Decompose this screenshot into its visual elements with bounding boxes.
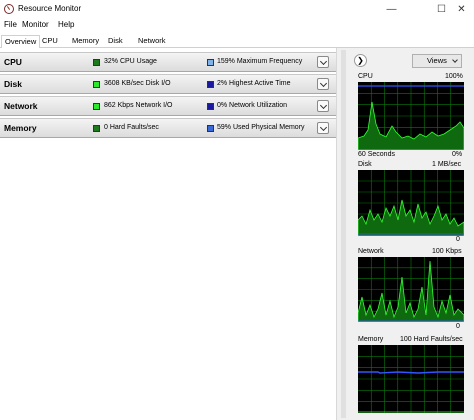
cpu-graph-max: 100%: [445, 73, 463, 80]
tab-network[interactable]: Network: [135, 35, 169, 48]
physical-memory-swatch: [207, 125, 214, 132]
network-graph-svg: [358, 257, 464, 322]
tab-memory[interactable]: Memory: [69, 35, 102, 48]
physical-memory-line: [358, 371, 464, 374]
network-graph-title: Network: [358, 248, 384, 255]
network-io-stat: 862 Kbps Network I/O: [104, 102, 173, 109]
cpu-usage-stat: 32% CPU Usage: [104, 58, 157, 65]
disk-section-title: Disk: [4, 79, 22, 89]
cpu-frequency-stat: 159% Maximum Frequency: [217, 58, 303, 65]
network-graph: [358, 257, 464, 322]
tab-overview[interactable]: Overview: [1, 35, 41, 49]
cpu-graph-svg: [358, 82, 464, 150]
disk-io-swatch: [93, 81, 100, 88]
cpu-graph-title: CPU: [358, 73, 373, 80]
memory-graph-title: Memory: [358, 336, 384, 343]
cpu-graph-time: 60 Seconds: [358, 151, 395, 158]
menu-help[interactable]: Help: [58, 20, 74, 29]
tab-cpu[interactable]: CPU: [39, 35, 61, 48]
hard-faults-stat: 0 Hard Faults/sec: [104, 124, 159, 131]
cpu-section-title: CPU: [4, 57, 22, 67]
views-dropdown[interactable]: Views: [412, 54, 462, 68]
window-title: Resource Monitor: [18, 4, 82, 13]
network-utilization-swatch: [207, 103, 214, 110]
disk-active-time-stat: 2% Highest Active Time: [217, 80, 291, 87]
collapse-graphs-button[interactable]: ❯: [354, 54, 367, 67]
menu-file[interactable]: File: [4, 20, 17, 29]
memory-section-title: Memory: [4, 123, 37, 133]
disk-active-time-swatch: [207, 81, 214, 88]
menu-monitor[interactable]: Monitor: [22, 20, 49, 29]
tab-bar: Overview CPU Memory Disk Network: [0, 32, 474, 49]
memory-section-header[interactable]: Memory 0 Hard Faults/sec 59% Used Physic…: [0, 118, 336, 138]
minimize-button[interactable]: —: [375, 0, 408, 18]
close-button[interactable]: ✕: [445, 0, 474, 18]
cpu-frequency-swatch: [207, 59, 214, 66]
network-graph-min: 0: [456, 323, 460, 330]
overview-pane: CPU 32% CPU Usage 159% Maximum Frequency…: [0, 48, 336, 420]
network-section-header[interactable]: Network 862 Kbps Network I/O 0% Network …: [0, 96, 336, 116]
disk-graph-max: 1 MB/sec: [432, 161, 462, 168]
hard-faults-swatch: [93, 125, 100, 132]
menu-bar: File Monitor Help: [0, 18, 474, 32]
network-expand-button[interactable]: [317, 100, 329, 112]
disk-expand-button[interactable]: [317, 78, 329, 90]
disk-section-header[interactable]: Disk 3608 KB/sec Disk I/O 2% Highest Act…: [0, 74, 336, 94]
memory-expand-button[interactable]: [317, 122, 329, 134]
cpu-expand-button[interactable]: [317, 56, 329, 68]
disk-graph-min: 0: [456, 236, 460, 243]
physical-memory-stat: 59% Used Physical Memory: [217, 124, 305, 131]
cpu-graph: [358, 82, 464, 150]
memory-graph-svg: [358, 345, 464, 413]
disk-graph: [358, 170, 464, 236]
memory-graph: [358, 345, 464, 413]
memory-graph-max: 100 Hard Faults/sec: [400, 336, 463, 343]
cpu-usage-swatch: [93, 59, 100, 66]
network-utilization-stat: 0% Network Utilization: [217, 102, 288, 109]
title-bar: Resource Monitor — ☐ ✕: [0, 0, 474, 18]
network-io-swatch: [93, 103, 100, 110]
disk-graph-title: Disk: [358, 161, 372, 168]
network-section-title: Network: [4, 101, 38, 111]
resource-monitor-icon: [4, 4, 14, 14]
cpu-section-header[interactable]: CPU 32% CPU Usage 159% Maximum Frequency: [0, 52, 336, 72]
cpu-graph-min: 0%: [452, 151, 463, 158]
disk-io-stat: 3608 KB/sec Disk I/O: [104, 80, 171, 87]
left-pane-scrollbar[interactable]: [341, 50, 346, 418]
network-graph-max: 100 Kbps: [432, 248, 462, 255]
tab-disk[interactable]: Disk: [105, 35, 126, 48]
disk-graph-svg: [358, 170, 464, 236]
